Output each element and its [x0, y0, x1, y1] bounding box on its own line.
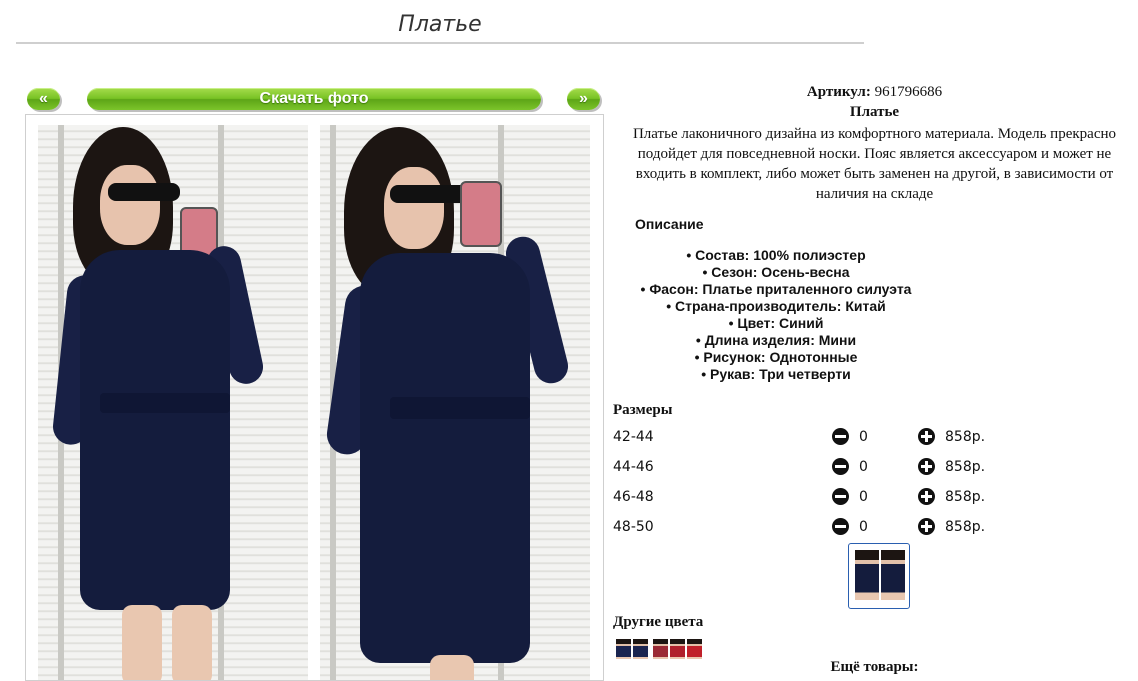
size-label: 42-44 — [613, 429, 654, 445]
download-photo-button[interactable]: Скачать фото — [87, 88, 541, 110]
product-photo-frame — [25, 114, 604, 681]
increase-qty-icon[interactable] — [918, 518, 935, 535]
product-description: Платье лаконичного дизайна из комфортног… — [632, 126, 1117, 202]
spec-item: Цвет: Синий — [613, 315, 939, 332]
size-qty: 0 — [859, 429, 868, 445]
sku-label: Артикул: — [806, 84, 871, 100]
spec-item: Сезон: Осень-весна — [613, 264, 939, 281]
size-label: 44-46 — [613, 459, 654, 475]
increase-qty-icon[interactable] — [918, 458, 935, 475]
thumbnail-image-front — [855, 550, 879, 600]
title-divider — [16, 42, 864, 44]
decrease-qty-icon[interactable] — [832, 488, 849, 505]
size-row: 48-50 0 858р. — [613, 516, 1136, 540]
spec-item: Состав: 100% полиэстер — [613, 247, 939, 264]
next-photo-button[interactable]: » — [567, 88, 600, 110]
sku-value: 961796686 — [874, 84, 943, 100]
product-photo-front[interactable] — [38, 125, 308, 680]
size-row: 44-46 0 858р. — [613, 456, 1136, 480]
more-products-heading: Ещё товары: — [830, 659, 919, 675]
spec-item: Рисунок: Однотонные — [613, 349, 939, 366]
size-row: 42-44 0 858р. — [613, 426, 1136, 450]
spec-item: Фасон: Платье приталенного силуэта — [613, 281, 939, 298]
spec-list: Состав: 100% полиэстер Сезон: Осень-весн… — [613, 247, 939, 383]
size-price: 858р. — [945, 489, 986, 505]
spec-item: Рукав: Три четверти — [613, 366, 939, 383]
photo-thumbnail[interactable] — [848, 543, 910, 609]
decrease-qty-icon[interactable] — [832, 458, 849, 475]
size-label: 48-50 — [613, 519, 654, 535]
decrease-qty-icon[interactable] — [832, 518, 849, 535]
increase-qty-icon[interactable] — [918, 428, 935, 445]
decrease-qty-icon[interactable] — [832, 428, 849, 445]
product-name: Платье — [849, 104, 900, 120]
color-swatch[interactable] — [633, 639, 648, 659]
sizes-heading: Размеры — [613, 402, 673, 418]
prev-photo-button[interactable]: « — [27, 88, 60, 110]
product-photo-side[interactable] — [320, 125, 590, 680]
page-title: Платье — [398, 12, 482, 37]
size-label: 46-48 — [613, 489, 654, 505]
spec-item: Страна-производитель: Китай — [613, 298, 939, 315]
size-qty: 0 — [859, 459, 868, 475]
size-price: 858р. — [945, 429, 986, 445]
spec-item: Длина изделия: Мини — [613, 332, 939, 349]
thumbnail-image-side — [881, 550, 905, 600]
size-qty: 0 — [859, 519, 868, 535]
color-swatch[interactable] — [670, 639, 685, 659]
color-swatch[interactable] — [616, 639, 631, 659]
size-price: 858р. — [945, 459, 986, 475]
color-swatch[interactable] — [653, 639, 668, 659]
description-heading: Описание — [635, 216, 704, 232]
size-qty: 0 — [859, 489, 868, 505]
increase-qty-icon[interactable] — [918, 488, 935, 505]
other-colors-heading: Другие цвета — [613, 614, 704, 630]
size-row: 46-48 0 858р. — [613, 486, 1136, 510]
size-price: 858р. — [945, 519, 986, 535]
sku-line: Артикул: 961796686 — [613, 84, 1136, 101]
color-swatch[interactable] — [687, 639, 702, 659]
